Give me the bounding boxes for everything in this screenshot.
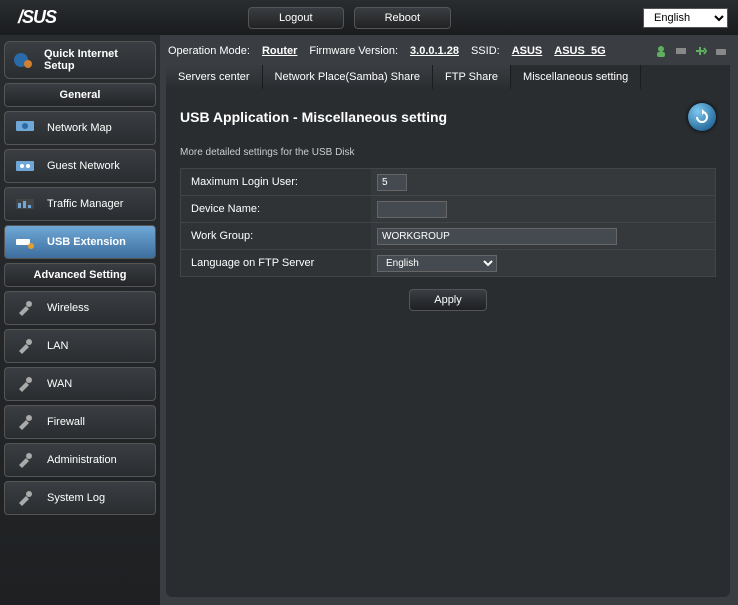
usb-status-icon[interactable]	[694, 45, 708, 57]
wrench-icon	[13, 450, 37, 470]
sidebar-item-firewall[interactable]: Firewall	[4, 405, 156, 439]
nav-label: System Log	[47, 492, 105, 504]
network-map-icon	[13, 118, 37, 138]
ssid1-value[interactable]: ASUS	[512, 45, 543, 57]
sidebar-item-wan[interactable]: WAN	[4, 367, 156, 401]
sidebar-item-wireless[interactable]: Wireless	[4, 291, 156, 325]
opmode-value[interactable]: Router	[262, 45, 297, 57]
wrench-icon	[13, 336, 37, 356]
guest-network-icon	[13, 156, 37, 176]
panel: USB Application - Miscellaneous setting …	[166, 89, 730, 597]
sidebar-item-usb-extension[interactable]: USB Extension	[4, 225, 156, 259]
reboot-button[interactable]: Reboot	[354, 7, 451, 29]
fw-label: Firmware Version:	[309, 45, 398, 57]
sidebar: Quick Internet Setup General Network Map…	[0, 35, 160, 605]
panel-subtitle: More detailed settings for the USB Disk	[180, 147, 716, 158]
nav-label: LAN	[47, 340, 68, 352]
traffic-manager-icon	[13, 194, 37, 214]
sidebar-item-administration[interactable]: Administration	[4, 443, 156, 477]
tab-misc-setting[interactable]: Miscellaneous setting	[511, 65, 641, 89]
apply-button[interactable]: Apply	[409, 289, 487, 311]
quick-setup-label: Quick Internet Setup	[44, 48, 147, 72]
workgroup-input[interactable]	[377, 228, 617, 245]
usb-extension-icon	[13, 232, 37, 252]
section-general: General	[4, 83, 156, 107]
tab-servers-center[interactable]: Servers center	[166, 65, 263, 89]
ftp-lang-select[interactable]: English	[377, 255, 497, 272]
wrench-icon	[13, 374, 37, 394]
tab-ftp-share[interactable]: FTP Share	[433, 65, 511, 89]
user-status-icon[interactable]	[654, 45, 668, 57]
nav-label: Guest Network	[47, 160, 120, 172]
ftp-lang-label: Language on FTP Server	[181, 250, 371, 276]
nav-label: USB Extension	[47, 236, 126, 248]
ssid2-value[interactable]: ASUS_5G	[554, 45, 605, 57]
top-bar: /SUS Logout Reboot English	[0, 0, 738, 35]
printer-status-icon[interactable]	[674, 45, 688, 57]
nav-label: Administration	[47, 454, 117, 466]
sidebar-item-system-log[interactable]: System Log	[4, 481, 156, 515]
workgroup-label: Work Group:	[181, 223, 371, 249]
panel-title: USB Application - Miscellaneous setting	[180, 109, 447, 125]
status-bar: Operation Mode: Router Firmware Version:…	[166, 41, 730, 65]
tabs: Servers center Network Place(Samba) Shar…	[166, 65, 730, 89]
device-name-label: Device Name:	[181, 196, 371, 222]
nav-label: Wireless	[47, 302, 89, 314]
sidebar-item-guest-network[interactable]: Guest Network	[4, 149, 156, 183]
nav-label: Traffic Manager	[47, 198, 123, 210]
brand-logo: /SUS	[18, 7, 56, 28]
max-login-input[interactable]	[377, 174, 407, 191]
logout-button[interactable]: Logout	[248, 7, 344, 29]
ssid-label: SSID:	[471, 45, 500, 57]
nav-label: Firewall	[47, 416, 85, 428]
tab-samba-share[interactable]: Network Place(Samba) Share	[263, 65, 434, 89]
quick-internet-setup[interactable]: Quick Internet Setup	[4, 41, 156, 79]
language-select[interactable]: English	[643, 8, 728, 28]
settings-form: Maximum Login User: Device Name: Work Gr…	[180, 168, 716, 277]
nav-label: WAN	[47, 378, 72, 390]
storage-status-icon[interactable]	[714, 45, 728, 57]
sidebar-item-lan[interactable]: LAN	[4, 329, 156, 363]
refresh-icon[interactable]	[688, 103, 716, 131]
device-name-input[interactable]	[377, 201, 447, 218]
sidebar-item-traffic-manager[interactable]: Traffic Manager	[4, 187, 156, 221]
globe-gear-icon	[13, 50, 36, 70]
fw-value[interactable]: 3.0.0.1.28	[410, 45, 459, 57]
max-login-label: Maximum Login User:	[181, 169, 371, 195]
wrench-icon	[13, 488, 37, 508]
sidebar-item-network-map[interactable]: Network Map	[4, 111, 156, 145]
section-advanced: Advanced Setting	[4, 263, 156, 287]
wrench-icon	[13, 298, 37, 318]
main-area: Operation Mode: Router Firmware Version:…	[160, 35, 738, 605]
nav-label: Network Map	[47, 122, 112, 134]
wrench-icon	[13, 412, 37, 432]
opmode-label: Operation Mode:	[168, 45, 250, 57]
